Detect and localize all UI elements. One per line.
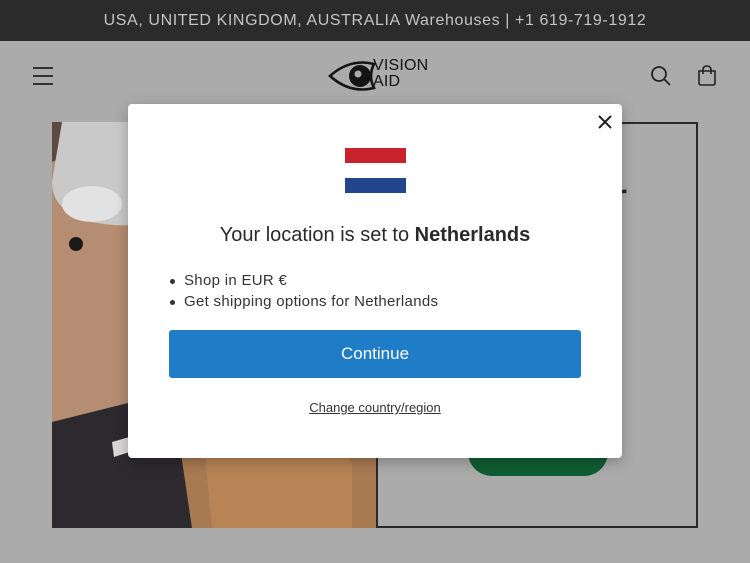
title-prefix: Your location is set to	[219, 224, 410, 246]
vision-aid-logo[interactable]: VISION AID	[328, 56, 428, 96]
logo-text: VISION AID	[373, 58, 428, 90]
location-modal: Your location is set to Netherlands Shop…	[128, 104, 622, 458]
logo-line1: VISION	[373, 57, 429, 74]
announcement-bar: USA, UNITED KINGDOM, AUSTRALIA Warehouse…	[0, 0, 750, 41]
location-bullets: Shop in EUR € Get shipping options for N…	[169, 271, 438, 313]
modal-title: Your location is set to Netherlands	[128, 224, 622, 247]
logo-line2: AID	[373, 73, 401, 90]
flag-stripe-blue	[345, 178, 406, 193]
change-country-link[interactable]: Change country/region	[128, 400, 622, 415]
list-item: Get shipping options for Netherlands	[169, 292, 438, 313]
site-header: VISION AID	[0, 41, 750, 113]
flag-stripe-white	[345, 163, 406, 178]
cart-icon[interactable]	[692, 61, 722, 91]
netherlands-flag-icon	[345, 148, 406, 193]
eye-logo-icon	[328, 61, 376, 91]
search-icon[interactable]	[646, 61, 676, 91]
title-country: Netherlands	[414, 224, 531, 246]
menu-icon[interactable]	[28, 61, 58, 91]
announcement-text: USA, UNITED KINGDOM, AUSTRALIA Warehouse…	[103, 11, 647, 29]
continue-button[interactable]: Continue	[169, 330, 581, 378]
list-item: Shop in EUR €	[169, 271, 438, 292]
close-icon[interactable]	[596, 113, 614, 131]
flag-stripe-red	[345, 148, 406, 163]
